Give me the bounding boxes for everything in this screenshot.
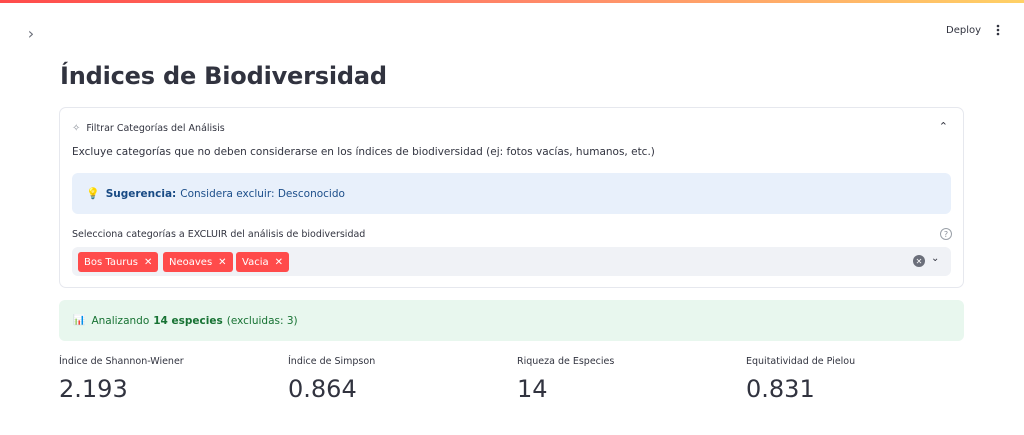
metric-value: 0.831 bbox=[746, 375, 815, 403]
metric-simpson: Índice de Simpson 0.864 bbox=[288, 356, 375, 403]
chip-neoaves: Neoaves ✕ bbox=[163, 252, 233, 272]
expand-sidebar-button[interactable]: › bbox=[22, 23, 40, 43]
suggestion-info-box: 💡 Sugerencia: Considera excluir: Descono… bbox=[72, 173, 951, 214]
metric-label: Índice de Simpson bbox=[288, 356, 376, 367]
expander-label: Filtrar Categorías del Análisis bbox=[86, 122, 225, 134]
chevron-up-icon: ⌃ bbox=[938, 120, 948, 133]
filter-categories-expander: ✧ Filtrar Categorías del Análisis ⌃ Excl… bbox=[59, 107, 964, 288]
metric-richness: Riqueza de Especies 14 bbox=[517, 356, 614, 403]
chevron-right-icon: › bbox=[27, 23, 35, 43]
metric-value: 14 bbox=[517, 375, 548, 403]
chip-bos-taurus: Bos Taurus ✕ bbox=[78, 252, 159, 272]
lightbulb-icon: 💡 bbox=[86, 187, 100, 200]
top-accent-bar bbox=[0, 0, 1024, 3]
main-menu-button[interactable] bbox=[990, 20, 1006, 40]
metric-value: 0.864 bbox=[288, 375, 357, 403]
metric-shannon: Índice de Shannon-Wiener 2.193 bbox=[59, 356, 184, 403]
chip-vacia: Vacia ✕ bbox=[236, 252, 289, 272]
sparkle-icon: ✧ bbox=[72, 122, 81, 134]
metric-label: Índice de Shannon-Wiener bbox=[59, 356, 184, 367]
suggestion-text: Considera excluir: Desconocido bbox=[180, 187, 345, 200]
summary-bold: 14 especies bbox=[153, 314, 223, 327]
expander-header[interactable]: ✧ Filtrar Categorías del Análisis ⌃ bbox=[72, 120, 952, 136]
expander-description: Excluye categorías que no deben consider… bbox=[72, 146, 655, 158]
vertical-dots-icon bbox=[996, 24, 1000, 36]
metric-value: 2.193 bbox=[59, 375, 128, 403]
page-title: Índices de Biodiversidad bbox=[60, 62, 387, 90]
close-icon[interactable]: ✕ bbox=[144, 257, 152, 268]
summary-prefix: Analizando bbox=[91, 314, 150, 327]
summary-suffix: (excluidas: 3) bbox=[226, 314, 298, 327]
metric-label: Equitatividad de Pielou bbox=[746, 356, 856, 367]
exclude-categories-multiselect[interactable]: Bos Taurus ✕ Neoaves ✕ Vacia ✕ ✕ ⌄ bbox=[72, 247, 951, 276]
chevron-down-icon[interactable]: ⌄ bbox=[931, 253, 939, 264]
analysis-success-box: 📊 Analizando 14 especies (excluidas: 3) bbox=[59, 300, 964, 341]
metric-label: Riqueza de Especies bbox=[517, 356, 615, 367]
multiselect-label: Selecciona categorías a EXCLUIR del anál… bbox=[72, 229, 366, 240]
suggestion-bold: Sugerencia: bbox=[105, 187, 177, 200]
bar-chart-icon: 📊 bbox=[73, 315, 86, 326]
help-icon[interactable]: ? bbox=[940, 228, 952, 240]
deploy-button[interactable]: Deploy bbox=[940, 20, 987, 40]
chip-label: Neoaves bbox=[169, 256, 213, 268]
chip-label: Bos Taurus bbox=[84, 256, 138, 268]
close-icon[interactable]: ✕ bbox=[275, 257, 283, 268]
close-icon[interactable]: ✕ bbox=[218, 257, 226, 268]
metric-pielou: Equitatividad de Pielou 0.831 bbox=[746, 356, 855, 403]
clear-all-icon[interactable]: ✕ bbox=[913, 255, 925, 267]
chip-label: Vacia bbox=[242, 256, 269, 268]
